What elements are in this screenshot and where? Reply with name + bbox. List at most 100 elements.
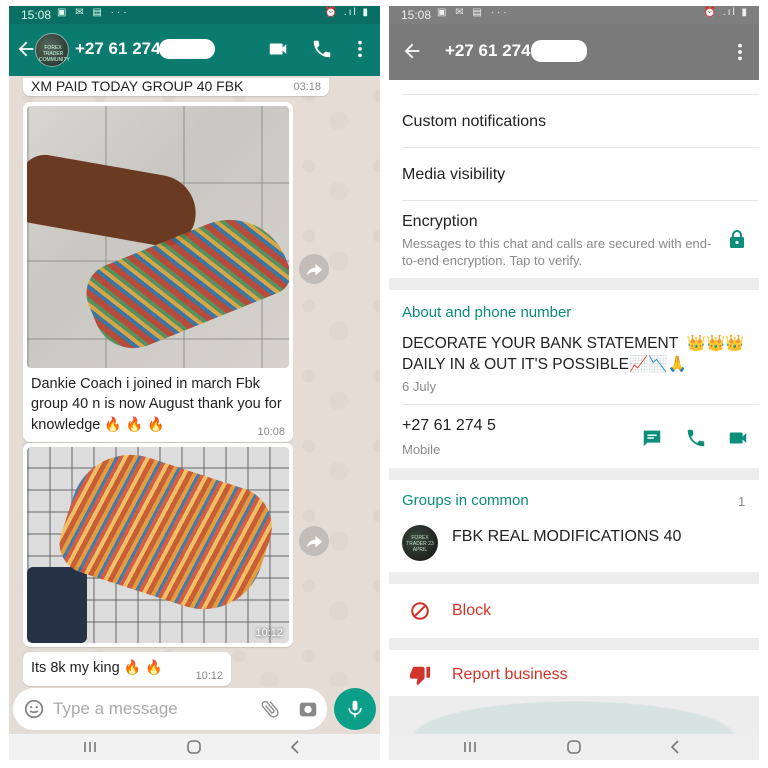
message-bubble[interactable]: Its 8k my king 🔥 🔥 10:12: [23, 652, 231, 686]
shoe-shape: [27, 567, 87, 643]
redaction-mark: [531, 40, 587, 62]
system-nav-bar: [9, 734, 380, 760]
system-nav-bar: [389, 734, 759, 760]
contact-title: +27 61 274: [445, 41, 531, 60]
recent-apps-icon[interactable]: [81, 738, 99, 756]
about-text-1: DECORATE YOUR BANK STATEMENT: [402, 335, 679, 352]
signal-battery-icons: ⏰ .ıl ▮: [703, 7, 749, 18]
mic-icon: [348, 700, 362, 718]
media-visibility-row[interactable]: Media visibility: [389, 148, 759, 200]
chat-toolbar: FOREX TRADER COMMUNITY +27 61 274: [9, 24, 380, 76]
fire-emoji: 🔥 🔥 🔥: [104, 416, 165, 432]
forward-icon: [306, 263, 322, 276]
signal-battery-icons: ⏰ .ıl ▮: [324, 7, 370, 18]
nav-back-icon[interactable]: [287, 738, 305, 756]
message-icon[interactable]: [641, 427, 663, 449]
about-date: 6 July: [402, 379, 436, 394]
about-card: About and phone number DECORATE YOUR BAN…: [389, 290, 759, 468]
avatar[interactable]: FOREX TRADER COMMUNITY: [35, 33, 70, 67]
contact-toolbar: +27 61 274: [389, 24, 759, 80]
message-input[interactable]: Type a message: [53, 699, 178, 719]
message-time: 10:08: [257, 426, 285, 438]
home-icon[interactable]: [565, 738, 583, 756]
group-avatar: FOREX TRADER 23 APRIL: [402, 525, 438, 561]
report-row[interactable]: Report business: [389, 650, 759, 700]
contact-info-screen: 15:08 ▣ ✉ ▤ ··· ⏰ .ıl ▮ +27 61 274 Custo…: [389, 6, 759, 760]
video-call-icon[interactable]: [267, 38, 289, 60]
chat-screen: 15:08 ▣ ✉ ▤ ··· ⏰ .ıl ▮ FOREX TRADER COM…: [9, 6, 380, 760]
phone-number: +27 61 274 5: [402, 417, 496, 434]
mic-button[interactable]: [334, 688, 376, 730]
message-text: Its 8k my king: [31, 660, 120, 676]
chat-title[interactable]: +27 61 274: [75, 39, 161, 59]
phone-call-icon[interactable]: [311, 38, 333, 60]
camera-icon[interactable]: [297, 698, 319, 720]
groups-section-title: Groups in common: [402, 492, 529, 509]
thumbs-down-icon: [409, 666, 431, 686]
more-options-icon[interactable]: [349, 38, 371, 60]
about-status: DECORATE YOUR BANK STATEMENT 👑👑👑 DAILY I…: [402, 333, 752, 375]
about-text-2: DAILY IN & OUT IT'S POSSIBLE: [402, 356, 629, 373]
row-label: Media visibility: [402, 166, 506, 183]
image-caption: Dankie Coach i joined in march Fbk group…: [31, 374, 286, 435]
block-label: Block: [452, 602, 492, 619]
groups-count: 1: [738, 494, 746, 509]
lock-icon: [730, 230, 744, 248]
money-photo[interactable]: [27, 447, 289, 643]
chart-emoji: 📈📉🙏: [628, 356, 687, 373]
forward-button[interactable]: [299, 254, 329, 284]
group-avatar-text: FOREX TRADER 23 APRIL: [406, 535, 434, 553]
avatar-text: FOREX TRADER COMMUNITY: [39, 45, 70, 63]
back-arrow-icon[interactable]: [15, 38, 37, 60]
status-bar: 15:08 ▣ ✉ ▤ ··· ⏰ .ıl ▮: [9, 6, 380, 24]
row-label: Custom notifications: [402, 113, 547, 130]
image-message[interactable]: 10:12: [23, 443, 293, 647]
back-arrow-icon[interactable]: [401, 40, 423, 62]
block-row[interactable]: Block: [389, 584, 759, 638]
nav-back-icon[interactable]: [667, 738, 685, 756]
message-bubble[interactable]: XM PAID TODAY GROUP 40 FBK 03:18: [23, 78, 329, 96]
groups-card: Groups in common 1 FOREX TRADER 23 APRIL…: [389, 480, 759, 572]
message-time: 10:12: [195, 670, 223, 682]
scroll-overlay: [389, 696, 759, 736]
video-call-icon[interactable]: [727, 427, 749, 449]
message-text-wrap: Its 8k my king 🔥 🔥: [31, 659, 162, 676]
group-name: FBK REAL MODIFICATIONS 40: [452, 528, 682, 545]
about-line-1: DECORATE YOUR BANK STATEMENT 👑👑👑: [402, 333, 752, 354]
phone-row[interactable]: +27 61 274 5 Mobile: [389, 405, 759, 468]
notification-icons: ▣ ✉ ▤ ···: [437, 7, 510, 18]
status-bar: 15:08 ▣ ✉ ▤ ··· ⏰ .ıl ▮: [389, 6, 759, 24]
more-options-icon[interactable]: [729, 41, 751, 63]
screenshot-collage: 15:08 ▣ ✉ ▤ ··· ⏰ .ıl ▮ FOREX TRADER COM…: [0, 0, 768, 768]
encryption-row[interactable]: Encryption Messages to this chat and cal…: [389, 201, 759, 278]
about-section-title: About and phone number: [402, 304, 572, 321]
redaction-mark: [159, 39, 215, 59]
group-row[interactable]: FOREX TRADER 23 APRIL FBK REAL MODIFICAT…: [389, 518, 759, 570]
phone-type: Mobile: [402, 442, 441, 457]
crown-emoji: 👑👑👑: [686, 335, 745, 352]
recent-apps-icon[interactable]: [461, 738, 479, 756]
block-icon: [411, 602, 429, 620]
phone-call-icon[interactable]: [685, 427, 707, 449]
status-time: 15:08: [401, 8, 432, 22]
message-text: XM PAID TODAY GROUP 40 FBK: [31, 78, 244, 94]
home-icon[interactable]: [185, 738, 203, 756]
status-time: 15:08: [21, 8, 52, 22]
forward-icon: [306, 535, 322, 548]
row-label: Encryption: [402, 213, 478, 230]
message-time: 03:18: [293, 81, 321, 93]
message-time: 10:12: [255, 627, 283, 639]
encryption-description: Messages to this chat and calls are secu…: [402, 236, 712, 268]
about-line-2: DAILY IN & OUT IT'S POSSIBLE📈📉🙏: [402, 354, 752, 375]
message-input-bar: Type a message: [13, 688, 327, 730]
fire-emoji: 🔥 🔥: [123, 659, 163, 675]
attach-icon[interactable]: [259, 698, 281, 720]
money-photo[interactable]: [27, 106, 289, 368]
custom-notifications-row[interactable]: Custom notifications: [389, 95, 759, 147]
image-message[interactable]: Dankie Coach i joined in march Fbk group…: [23, 102, 293, 442]
emoji-icon[interactable]: [23, 698, 45, 720]
forward-button[interactable]: [299, 526, 329, 556]
settings-card: Custom notifications Media visibility En…: [389, 80, 759, 278]
notification-icons: ▣ ✉ ▤ ···: [57, 7, 130, 18]
report-label: Report business: [452, 666, 568, 683]
